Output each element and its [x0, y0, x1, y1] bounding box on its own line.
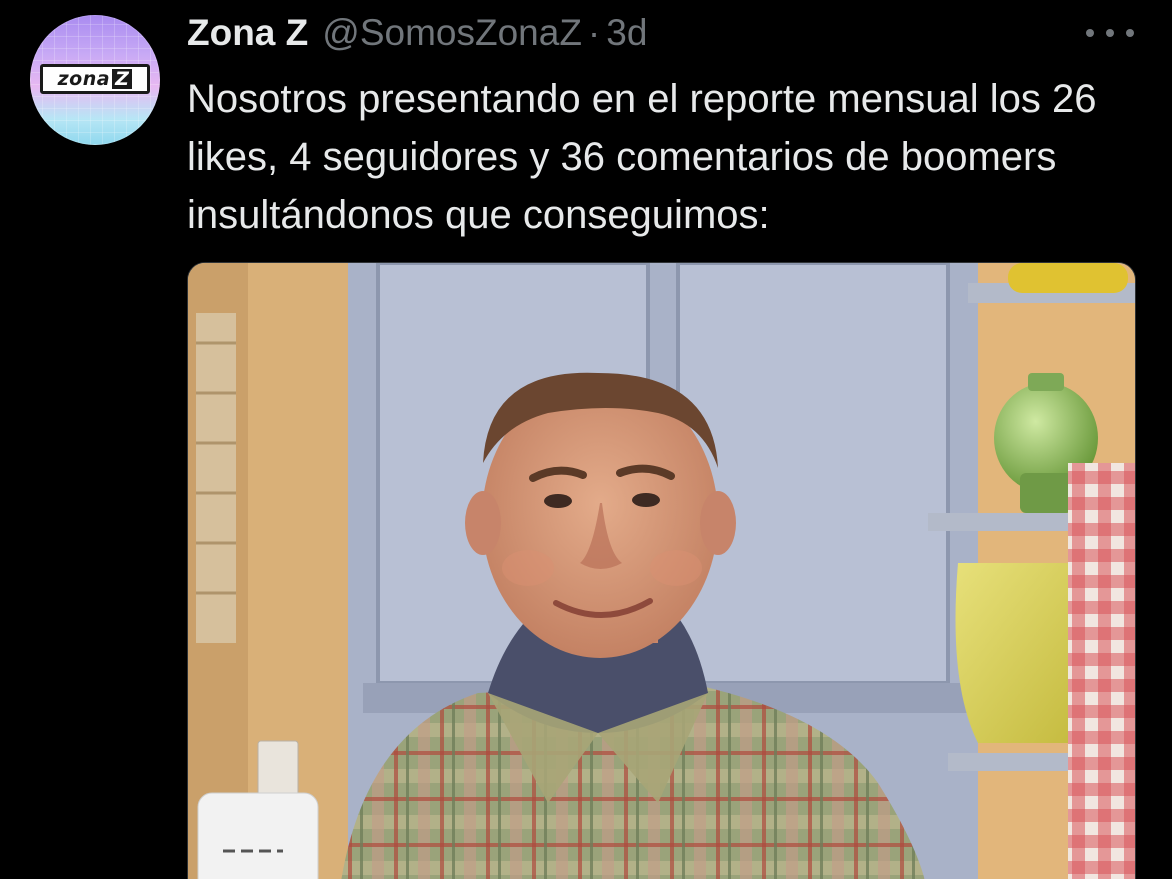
more-horizontal-icon [1106, 29, 1114, 37]
tweet[interactable]: zona Z Zona Z @SomosZonaZ · 3d Nosotros p… [0, 0, 1172, 879]
more-horizontal-icon [1086, 29, 1094, 37]
user-handle[interactable]: @SomosZonaZ [322, 12, 582, 54]
display-name[interactable]: Zona Z [187, 12, 308, 54]
avatar-logo-mark: Z [112, 69, 133, 89]
avatar[interactable]: zona Z [30, 15, 160, 145]
avatar-logo-text: zona [57, 68, 111, 90]
tweet-media-photo[interactable] [187, 262, 1136, 879]
tweet-text: Nosotros presentando en el reporte mensu… [187, 77, 1097, 237]
zona-z-logo: zona Z [40, 64, 150, 94]
timestamp[interactable]: 3d [606, 12, 647, 54]
separator-dot: · [587, 12, 601, 53]
tweet-header: Zona Z @SomosZonaZ · 3d [187, 12, 647, 54]
more-options-button[interactable] [1086, 18, 1134, 48]
photo-illustration [188, 263, 1135, 879]
more-horizontal-icon [1126, 29, 1134, 37]
